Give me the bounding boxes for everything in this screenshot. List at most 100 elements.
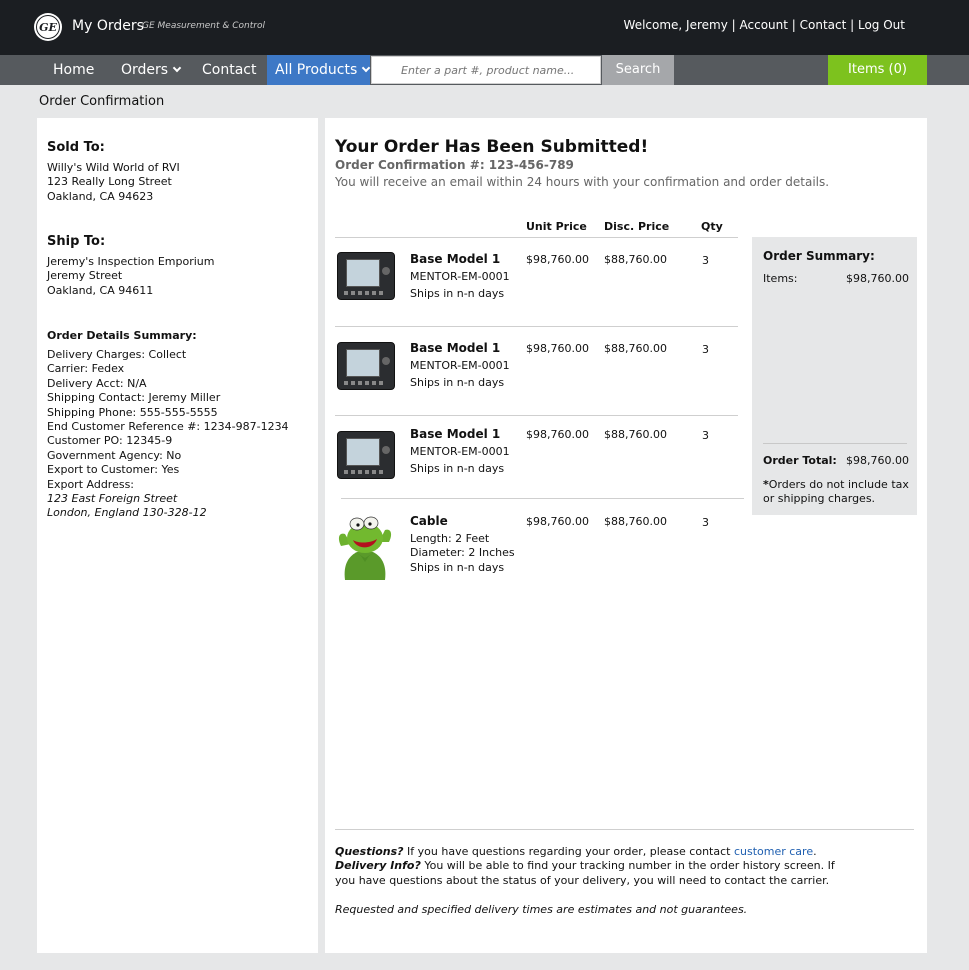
product-ship-time: Ships in n-n days [410,376,505,389]
product-image[interactable] [337,342,395,390]
unit-price: $98,760.00 [526,342,589,355]
product-ship-time: Ships in n-n days [410,561,505,574]
summary-divider [763,443,907,444]
detail-line: Government Agency: No [47,448,182,462]
disclaimer-text: Requested and specified delivery times a… [335,903,748,916]
all-products-dropdown[interactable]: All Products [267,55,371,85]
nav-orders-label: Orders [121,62,169,78]
order-total-value: $98,760.00 [846,454,909,467]
detail-line: Export Address: [47,477,135,491]
questions-text: Questions? If you have questions regardi… [335,845,840,860]
product-image[interactable] [337,252,395,300]
disc-price: $88,760.00 [604,515,667,528]
sold-to-line: Willy's Wild World of RVI [47,161,180,174]
divider [335,237,738,238]
qty: 3 [702,254,709,267]
sold-to-line: 123 Really Long Street [47,175,172,189]
questions-body: If you have questions regarding your ord… [403,845,734,858]
product-name[interactable]: Base Model 1 [410,341,500,355]
order-summary-title: Order Summary: [763,249,875,263]
questions-label: Questions? [335,845,404,858]
product-image[interactable] [335,512,395,580]
product-name[interactable]: Base Model 1 [410,252,500,266]
ge-logo[interactable]: GE [34,13,62,41]
ship-to-address: Jeremy's Inspection Emporium Jeremy Stre… [47,255,215,298]
nav-contact[interactable]: Contact [202,55,256,85]
product-spec-diameter: Diameter: 2 Inches [410,546,515,559]
delivery-info-label: Delivery Info? [335,859,421,872]
detail-line: Shipping Phone: 555-555-5555 [47,405,218,419]
contact-link[interactable]: Contact [800,18,847,32]
detail-line: Delivery Acct: N/A [47,376,147,390]
welcome-text: Welcome, Jeremy [623,18,728,32]
search-button[interactable]: Search [602,55,674,85]
questions-end: . [813,845,817,858]
product-part-number: MENTOR-EM-0001 [410,445,510,458]
summary-items-value: $98,760.00 [846,272,909,285]
device-image [337,342,395,390]
product-name[interactable]: Cable [410,514,448,528]
order-info-panel: Sold To: Willy's Wild World of RVI 123 R… [37,118,318,953]
product-name[interactable]: Base Model 1 [410,427,500,441]
product-part-number: MENTOR-EM-0001 [410,359,510,372]
app-subtitle: GE Measurement & Control [142,21,265,31]
logout-link[interactable]: Log Out [858,18,905,32]
confirmation-note: You will receive an email within 24 hour… [335,175,830,189]
product-ship-time: Ships in n-n days [410,462,505,475]
col-qty: Qty [701,220,723,233]
order-details-list: Delivery Charges: Collect Carrier: Fedex… [47,348,289,521]
account-link[interactable]: Account [740,18,788,32]
nav-orders[interactable]: Orders [121,55,182,85]
export-address-line: London, England 130-328-12 [47,506,207,520]
frog-image [338,516,392,580]
detail-line: Delivery Charges: Collect [47,348,187,361]
product-ship-time: Ships in n-n days [410,287,505,300]
summary-note-text: Orders do not include tax or shipping ch… [763,478,909,505]
disc-price: $88,760.00 [604,253,667,266]
disc-price: $88,760.00 [604,342,667,355]
unit-price: $98,760.00 [526,428,589,441]
summary-items-label: Items: [763,272,798,285]
order-total-label: Order Total: [763,454,837,467]
device-image [337,252,395,300]
ship-to-heading: Ship To: [47,234,106,249]
row-divider [335,326,738,327]
summary-note: *Orders do not include tax or shipping c… [763,478,913,506]
footer-divider [335,829,914,830]
ship-to-line: Oakland, CA 94611 [47,283,154,297]
confirmation-number: Order Confirmation #: 123-456-789 [335,158,574,172]
detail-line: Export to Customer: Yes [47,463,180,477]
col-disc-price: Disc. Price [604,220,670,233]
detail-line: Carrier: Fedex [47,362,125,376]
col-unit-price: Unit Price [526,220,587,233]
page-title: Order Confirmation [39,94,165,109]
order-summary-box: Order Summary: Items: $98,760.00 Order T… [752,237,917,515]
sold-to-line: Oakland, CA 94623 [47,189,154,203]
sold-to-address: Willy's Wild World of RVI 123 Really Lon… [47,161,180,204]
nav-home[interactable]: Home [53,55,94,85]
qty: 3 [702,429,709,442]
customer-care-link[interactable]: customer care [734,845,813,858]
cart-items-button[interactable]: Items (0) [828,55,927,85]
qty: 3 [702,516,709,529]
row-divider [341,498,744,499]
product-image[interactable] [337,431,395,479]
row-divider [335,415,738,416]
device-image [337,431,395,479]
chevron-down-icon [362,63,371,73]
product-part-number: MENTOR-EM-0001 [410,270,510,283]
ship-to-line: Jeremy Street [47,269,123,283]
chevron-down-icon [172,63,182,73]
confirmation-panel: Your Order Has Been Submitted! Order Con… [325,118,927,953]
sold-to-heading: Sold To: [47,140,105,155]
detail-line: Shipping Contact: Jeremy Miller [47,391,221,405]
disc-price: $88,760.00 [604,428,667,441]
all-products-label: All Products [275,62,358,78]
ship-to-line: Jeremy's Inspection Emporium [47,255,215,268]
order-details-heading: Order Details Summary: [47,329,197,342]
qty: 3 [702,343,709,356]
top-header: GE My Orders GE Measurement & Control We… [0,0,969,55]
confirmation-title: Your Order Has Been Submitted! [335,137,649,157]
search-input[interactable] [371,56,601,84]
export-address-line: 123 East Foreign Street [47,492,178,506]
